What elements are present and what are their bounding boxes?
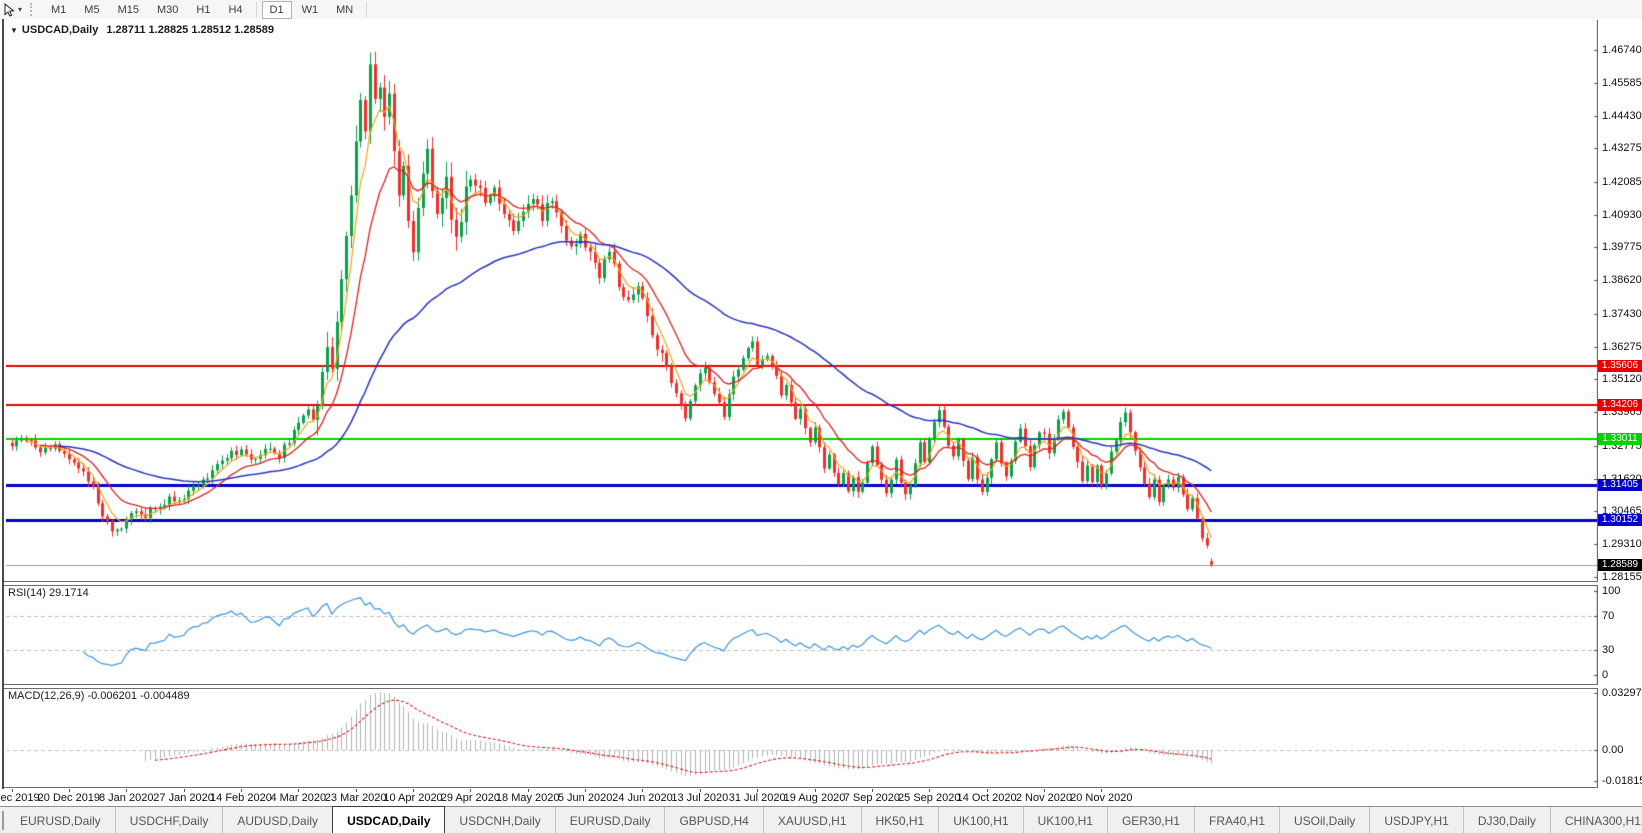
current-price-badge: 1.28589 (1598, 558, 1642, 571)
tab-hk50-h1[interactable]: HK50,H1 (860, 807, 939, 833)
rsi-indicator-canvas[interactable] (6, 585, 1598, 684)
tab-china300-h1[interactable]: CHINA300,H1 (1549, 807, 1642, 833)
price-chart-canvas[interactable] (6, 20, 1598, 581)
timeframe-button-h1[interactable]: H1 (188, 1, 218, 19)
price-axis-tick: 1.29310 (1602, 538, 1642, 551)
tab-eurusd-daily[interactable]: EURUSD,Daily (6, 807, 115, 833)
timeframe-button-m5[interactable]: M5 (76, 1, 107, 19)
cursor-tool-icon[interactable] (3, 2, 16, 17)
panel-separator[interactable] (4, 684, 1598, 689)
price-axis-tick: 1.37430 (1602, 307, 1642, 320)
date-axis-label: 31 Jul 2020 (728, 792, 786, 804)
macd-indicator-canvas[interactable] (6, 688, 1598, 787)
rsi-indicator-label: RSI(14) 29.1714 (8, 587, 89, 599)
timeframe-button-m1[interactable]: M1 (43, 1, 74, 19)
macd-indicator-label: MACD(12,26,9) -0.006201 -0.004489 (8, 690, 190, 702)
tab-fra40-h1[interactable]: FRA40,H1 (1193, 807, 1279, 833)
tab-usdjpy-h1[interactable]: USDJPY,H1 (1369, 807, 1462, 833)
date-axis-label: 29 Apr 2020 (440, 792, 501, 804)
price-axis-tick: 1.46740 (1602, 44, 1642, 56)
tab-usdcad-daily[interactable]: USDCAD,Daily (332, 806, 446, 833)
price-axis-tick: 1.45585 (1602, 76, 1642, 89)
macd-axis-tick: 0.032972 (1602, 686, 1642, 699)
timeframe-button-mn[interactable]: MN (328, 1, 361, 19)
tab-xauusd-h1[interactable]: XAUUSD,H1 (762, 807, 861, 833)
rsi-axis-tick: 70 (1602, 610, 1615, 623)
tab-eurusd-daily[interactable]: EURUSD,Daily (554, 807, 665, 833)
timeframe-button-w1[interactable]: W1 (294, 1, 327, 19)
timeframe-button-m15[interactable]: M15 (110, 1, 147, 19)
date-axis-label: 25 Sep 2020 (898, 792, 961, 804)
tab-ger30-h1[interactable]: GER30,H1 (1106, 807, 1194, 833)
timeframe-buttons: M1 M5 M15 M30 H1 H4 D1 W1 MN (42, 0, 371, 19)
chart-symbol-label: USDCAD,Daily (21, 24, 99, 36)
tab-usdcnh-daily[interactable]: USDCNH,Daily (445, 807, 554, 833)
chart-bottom-border (4, 787, 1598, 788)
rsi-axis-tick: 100 (1602, 585, 1621, 597)
date-axis: 2 Dec 201920 Dec 20198 Jan 202027 Jan 20… (0, 789, 1598, 806)
hline-price-badge[interactable]: 1.31405 (1598, 478, 1642, 491)
chart-title: ▼ USDCAD,Daily 1.28711 1.28825 1.28512 1.2… (10, 24, 274, 36)
price-axis-tick: 1.42085 (1602, 175, 1642, 188)
hline-price-badge[interactable]: 1.35606 (1598, 359, 1642, 372)
date-axis-label: 27 Jan 2020 (153, 792, 214, 804)
tab-gbpusd-h4[interactable]: GBPUSD,H4 (664, 807, 762, 833)
date-axis-label: 14 Feb 2020 (210, 792, 272, 804)
timeframe-button-d1[interactable]: D1 (261, 0, 292, 19)
chart-left-border (2, 19, 4, 789)
date-axis-label: 13 Jul 2020 (671, 792, 729, 804)
collapse-triangle-icon[interactable]: ▼ (10, 26, 18, 35)
date-axis-label: 2 Nov 2020 (1015, 792, 1073, 804)
date-axis-label: 19 Aug 2020 (783, 792, 846, 804)
panel-separator[interactable] (4, 581, 1598, 586)
macd-axis-tick: -0.018154 (1602, 775, 1642, 788)
hline-price-badge[interactable]: 1.33011 (1598, 433, 1642, 446)
hline-price-badge[interactable]: 1.30152 (1598, 514, 1642, 527)
tabbar-grip (2, 811, 4, 830)
date-axis-label: 7 Sep 2020 (843, 792, 901, 804)
chart-region: ▼ USDCAD,Daily 1.28711 1.28825 1.28512 1.2… (0, 19, 1642, 806)
toolbar-grip-handle[interactable] (30, 3, 36, 16)
date-axis-label: 2 Dec 2019 (0, 792, 40, 804)
rsi-axis-tick: 0 (1602, 669, 1609, 681)
macd-axis-tick: 0.00 (1602, 744, 1624, 756)
price-axis-tick: 1.40930 (1602, 208, 1642, 221)
tab-usoil-daily[interactable]: USOil,Daily (1279, 807, 1369, 833)
timeframe-button-h4[interactable]: H4 (220, 1, 250, 19)
price-axis-tick: 1.36275 (1602, 340, 1642, 353)
date-axis-label: 14 Oct 2020 (956, 792, 1017, 804)
trading-app-window: ▾ M1 M5 M15 M30 H1 H4 D1 W1 MN ▼ USDCAD,Daily 1.28… (0, 0, 1642, 833)
timeframe-button-m30[interactable]: M30 (149, 1, 186, 19)
tab-uk100-h1[interactable]: UK100,H1 (938, 807, 1022, 833)
hline-price-badge[interactable]: 1.34206 (1598, 399, 1642, 412)
date-axis-label: 18 May 2020 (495, 792, 560, 804)
tab-audusd-daily[interactable]: AUDUSD,Daily (222, 807, 332, 833)
cursor-tool-dropdown-icon[interactable]: ▾ (18, 5, 22, 14)
date-axis-label: 10 Apr 2020 (383, 792, 443, 804)
tab-usdchf-daily[interactable]: USDCHF,Daily (114, 807, 223, 833)
price-axis-tick: 1.28155 (1602, 570, 1642, 583)
symbol-tab-bar: EURUSD,Daily USDCHF,Daily AUDUSD,Daily USDC… (0, 806, 1642, 833)
date-axis-label: 8 Jan 2020 (99, 792, 154, 804)
toolbar-separator (366, 2, 368, 17)
chart-ohlc-values: 1.28711 1.28825 1.28512 1.28589 (106, 24, 274, 36)
cursor-arrow-icon (4, 2, 15, 17)
rsi-axis-tick: 30 (1602, 643, 1615, 656)
symbol-tabs: EURUSD,Daily USDCHF,Daily AUDUSD,Daily USDC… (6, 806, 1642, 833)
date-axis-label: 5 Jun 2020 (557, 792, 613, 804)
toolbar-separator (255, 2, 257, 17)
date-axis-label: 24 Jun 2020 (612, 792, 673, 804)
tab-dj30-daily[interactable]: DJ30,Daily (1462, 807, 1550, 833)
date-axis-label: 20 Dec 2019 (37, 792, 101, 804)
price-axis-tick: 1.35120 (1602, 373, 1642, 386)
price-axis-tick: 1.44430 (1602, 109, 1642, 122)
chart-toolbar: ▾ M1 M5 M15 M30 H1 H4 D1 W1 MN (0, 0, 1642, 20)
tab-uk100-h1[interactable]: UK100,H1 (1022, 807, 1107, 833)
date-axis-label: 23 Mar 2020 (324, 792, 387, 804)
price-axis-tick: 1.38620 (1602, 274, 1642, 287)
price-axis-tick: 1.39775 (1602, 241, 1642, 254)
date-axis-label: 4 Mar 2020 (270, 792, 327, 804)
date-axis-label: 20 Nov 2020 (1070, 792, 1133, 804)
price-axis-tick: 1.43275 (1602, 142, 1642, 155)
